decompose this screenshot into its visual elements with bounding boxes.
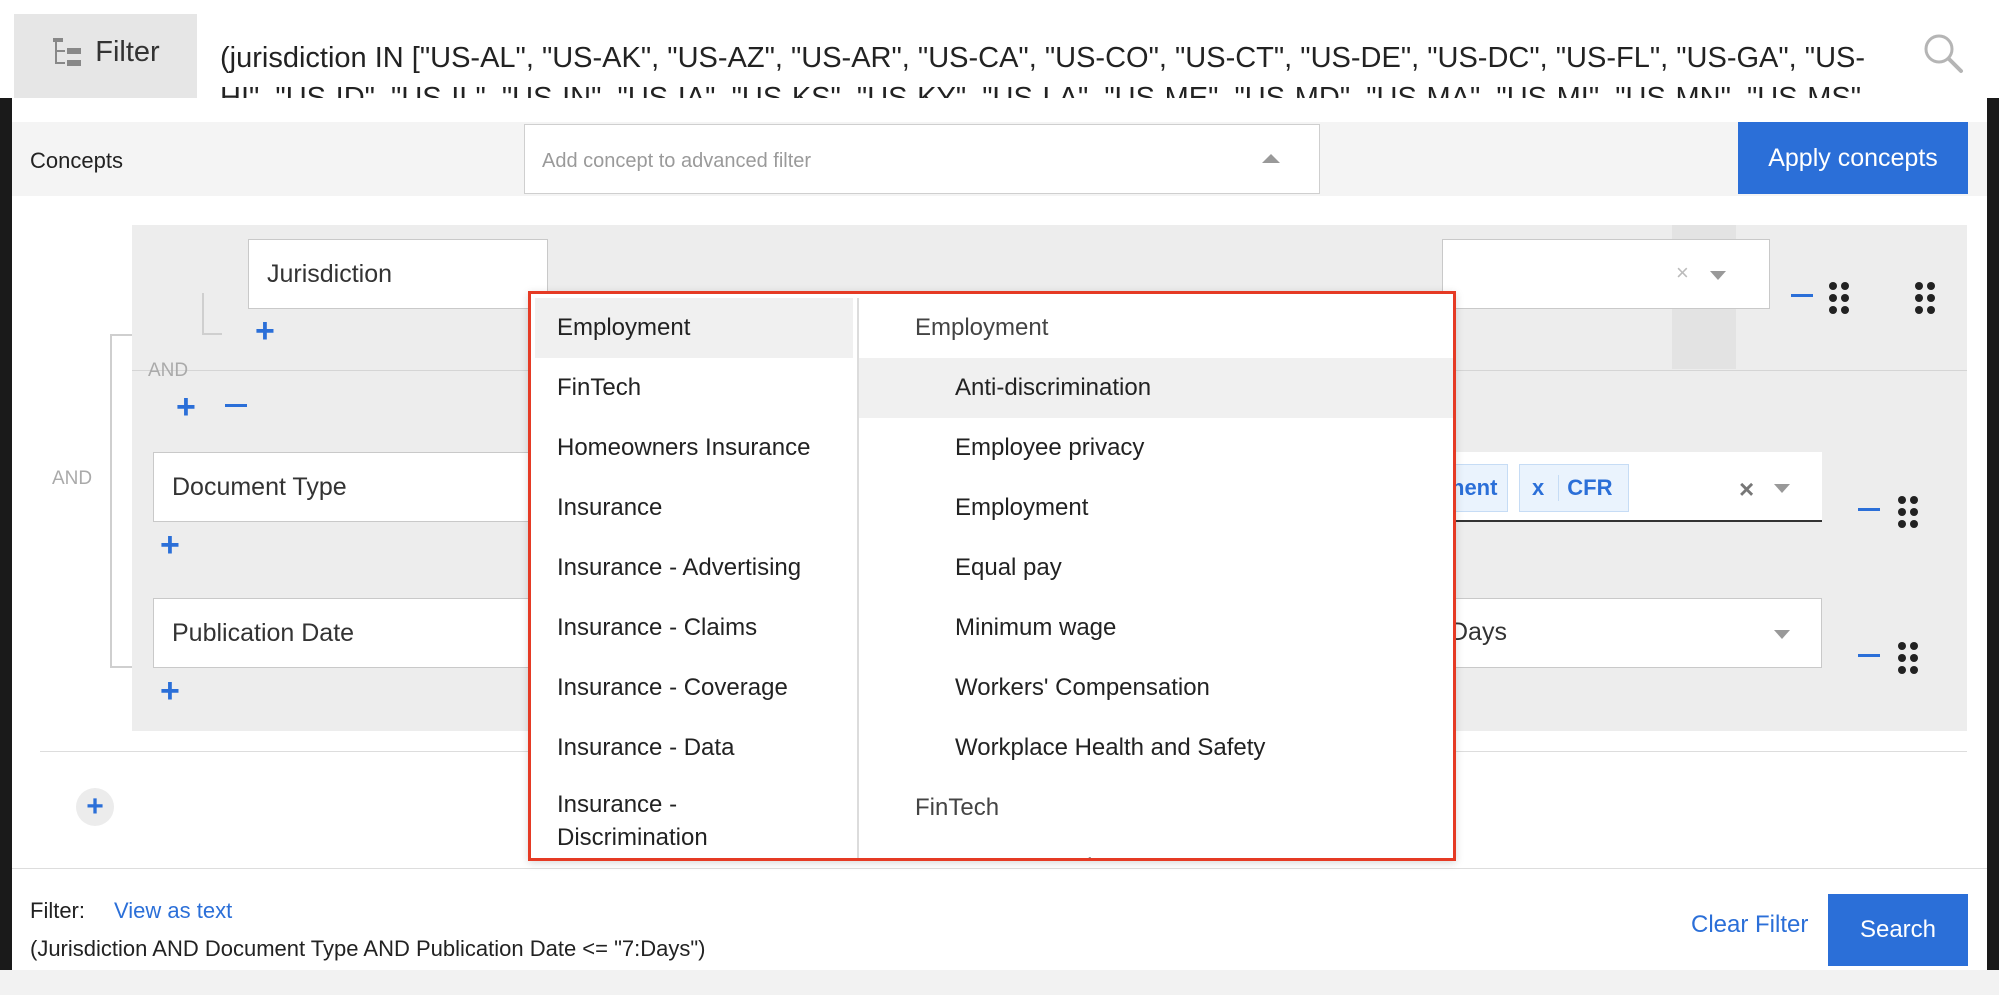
field-label: Publication Date: [172, 618, 355, 647]
drag-handle-icon[interactable]: [1898, 496, 1918, 528]
and-operator-outer[interactable]: AND: [52, 468, 92, 490]
background-left: [0, 98, 12, 995]
and-operator-inner[interactable]: AND: [148, 360, 188, 382]
value-chip-cfr[interactable]: x CFR: [1519, 464, 1629, 512]
concept-item[interactable]: Workers' Compensation: [859, 658, 1453, 718]
view-as-text-link[interactable]: View as text: [114, 898, 232, 924]
add-condition-button[interactable]: +: [160, 674, 180, 708]
concept-select-placeholder: Add concept to advanced filter: [542, 150, 812, 172]
field-select-publication-date[interactable]: Publication Date: [153, 598, 543, 668]
apply-concepts-button[interactable]: Apply concepts: [1738, 122, 1968, 194]
category-item-insurance-claims[interactable]: Insurance - Claims: [535, 598, 853, 658]
concept-group-header: Employment: [915, 314, 1049, 341]
category-item-insurance-advertising[interactable]: Insurance - Advertising: [535, 538, 853, 598]
concept-dropdown: Employment FinTech Homeowners Insurance …: [528, 291, 1456, 861]
concept-list: Employment Anti-discrimination Employee …: [859, 298, 1453, 858]
and-bracket-inner: [202, 293, 222, 335]
background-right: [1987, 98, 1999, 995]
category-item-insurance[interactable]: Insurance: [535, 478, 853, 538]
clear-icon[interactable]: ×: [1676, 260, 1689, 286]
category-item-homeowners-insurance[interactable]: Homeowners Insurance: [535, 418, 853, 478]
filter-button[interactable]: Filter: [14, 14, 197, 98]
concept-item[interactable]: Anti-discrimination: [859, 358, 1453, 418]
field-select-jurisdiction[interactable]: Jurisdiction: [248, 239, 548, 309]
clear-filter-button[interactable]: Clear Filter: [1691, 911, 1808, 939]
drag-handle-icon[interactable]: [1829, 282, 1849, 314]
background-bottom: [0, 970, 1999, 995]
group-drag-handle-icon[interactable]: [1915, 282, 1935, 314]
and-bracket-outer: [110, 334, 132, 668]
drag-handle-icon[interactable]: [1898, 642, 1918, 674]
clear-icon[interactable]: ×: [1739, 474, 1754, 505]
caret-down-icon[interactable]: [1710, 271, 1726, 280]
chip-remove-icon[interactable]: x: [1532, 475, 1544, 501]
category-item-label: Insurance - Discrimination: [557, 791, 708, 851]
filter-expression: (Jurisdiction AND Document Type AND Publ…: [30, 936, 706, 961]
filter-query-text[interactable]: (jurisdiction IN ["US-AL", "US-AK", "US-…: [220, 38, 1880, 98]
concepts-label: Concepts: [30, 148, 123, 173]
advanced-filter-modal: Concepts Add concept to advanced filter …: [12, 98, 1987, 970]
concept-item[interactable]: Workplace Health and Safety: [859, 718, 1453, 778]
caret-up-icon[interactable]: [1262, 154, 1280, 163]
add-group-button[interactable]: +: [76, 788, 114, 826]
category-item-fintech[interactable]: FinTech: [535, 358, 853, 418]
top-filter-bar: Filter (jurisdiction IN ["US-AL", "US-AK…: [0, 0, 1999, 98]
search-button[interactable]: Search: [1828, 894, 1968, 966]
remove-group-button[interactable]: [225, 404, 247, 407]
remove-condition-button[interactable]: [1791, 294, 1813, 297]
search-icon[interactable]: [1922, 32, 1964, 79]
field-label: Document Type: [172, 472, 347, 501]
concepts-bar: Concepts Add concept to advanced filter …: [12, 122, 1987, 196]
add-group-condition-button[interactable]: +: [176, 390, 196, 424]
filter-button-label: Filter: [95, 36, 160, 68]
field-select-document-type[interactable]: Document Type: [153, 452, 543, 522]
add-condition-button[interactable]: +: [255, 314, 275, 348]
caret-down-icon[interactable]: [1774, 630, 1790, 639]
category-item-employment[interactable]: Employment: [535, 298, 853, 358]
category-item-insurance-data[interactable]: Insurance - Data: [535, 718, 853, 778]
category-item-insurance-discrimination[interactable]: Insurance - Discrimination: [535, 778, 853, 854]
filter-tree-icon: [51, 36, 85, 76]
footer-filter-label: Filter:: [30, 898, 85, 923]
concept-item[interactable]: Account Updates: [859, 838, 1453, 858]
date-unit-value: Days: [1450, 618, 1507, 646]
remove-condition-button[interactable]: [1858, 654, 1880, 657]
add-condition-button[interactable]: +: [160, 528, 180, 562]
category-item-insurance-coverage[interactable]: Insurance - Coverage: [535, 658, 853, 718]
footer-divider: [12, 868, 1987, 869]
concept-item[interactable]: Employment: [859, 478, 1453, 538]
concept-item[interactable]: Employee privacy: [859, 418, 1453, 478]
concept-item[interactable]: Minimum wage: [859, 598, 1453, 658]
field-label: Jurisdiction: [267, 259, 393, 288]
concept-category-list: Employment FinTech Homeowners Insurance …: [535, 298, 853, 858]
concept-group-header: FinTech: [915, 794, 1000, 821]
remove-condition-button[interactable]: [1858, 508, 1880, 511]
concept-item[interactable]: Equal pay: [859, 538, 1453, 598]
chip-label: CFR: [1558, 475, 1612, 501]
caret-down-icon[interactable]: [1774, 484, 1790, 493]
